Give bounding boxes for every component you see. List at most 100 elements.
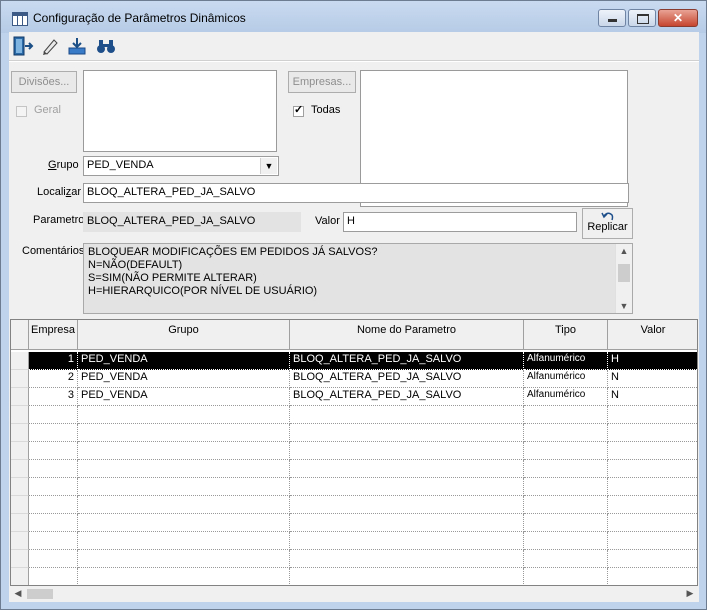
cell-nome[interactable]: BLOQ_ALTERA_PED_JA_SALVO — [290, 352, 524, 370]
cell-empresa[interactable] — [29, 442, 78, 460]
cell-tipo[interactable] — [524, 460, 608, 478]
cell-empresa[interactable]: 3 — [29, 388, 78, 406]
cell-empresa[interactable] — [29, 478, 78, 496]
cell-grupo[interactable] — [78, 478, 290, 496]
grupo-select[interactable]: PED_VENDA ▼ — [83, 156, 279, 176]
row-indicator[interactable] — [11, 370, 29, 388]
cell-valor[interactable] — [608, 478, 697, 496]
row-indicator[interactable] — [11, 568, 29, 585]
cell-nome[interactable] — [290, 442, 524, 460]
column-header-nome[interactable]: Nome do Parametro — [290, 320, 524, 350]
cell-nome[interactable] — [290, 532, 524, 550]
cell-grupo[interactable] — [78, 496, 290, 514]
row-indicator[interactable] — [11, 406, 29, 424]
cell-grupo[interactable] — [78, 532, 290, 550]
cell-nome[interactable]: BLOQ_ALTERA_PED_JA_SALVO — [290, 388, 524, 406]
cell-valor[interactable] — [608, 424, 697, 442]
table-row[interactable]: 3 PED_VENDA BLOQ_ALTERA_PED_JA_SALVO Alfanu… — [11, 388, 697, 406]
empty-row[interactable] — [11, 460, 697, 478]
geral-checkbox[interactable] — [16, 106, 27, 117]
localizar-input[interactable]: BLOQ_ALTERA_PED_JA_SALVO — [83, 183, 629, 203]
cell-tipo[interactable] — [524, 424, 608, 442]
cell-valor[interactable]: N — [608, 388, 697, 406]
divisoes-button[interactable]: Divisões... — [11, 71, 77, 93]
cell-grupo[interactable]: PED_VENDA — [78, 370, 290, 388]
cell-empresa[interactable] — [29, 514, 78, 532]
horizontal-scrollbar[interactable]: ◀ ▶ — [10, 586, 698, 602]
cell-valor[interactable] — [608, 514, 697, 532]
minimize-button[interactable] — [598, 9, 626, 27]
cell-tipo[interactable]: Alfanumérico — [524, 352, 608, 370]
scroll-right-icon[interactable]: ▶ — [682, 588, 698, 599]
scroll-up-icon[interactable]: ▲ — [616, 246, 632, 256]
row-indicator[interactable] — [11, 478, 29, 496]
empty-row[interactable] — [11, 424, 697, 442]
exit-button[interactable] — [12, 35, 34, 57]
cell-grupo[interactable] — [78, 424, 290, 442]
cell-valor[interactable] — [608, 460, 697, 478]
cell-nome[interactable] — [290, 496, 524, 514]
cell-empresa[interactable]: 2 — [29, 370, 78, 388]
scroll-thumb[interactable] — [27, 589, 53, 599]
cell-grupo[interactable] — [78, 460, 290, 478]
cell-nome[interactable] — [290, 550, 524, 568]
cell-empresa[interactable] — [29, 496, 78, 514]
maximize-button[interactable] — [628, 9, 656, 27]
cell-valor[interactable] — [608, 568, 697, 585]
cell-empresa[interactable]: 1 — [29, 352, 78, 370]
column-header-grupo[interactable]: Grupo — [78, 320, 290, 350]
save-button[interactable] — [66, 35, 88, 57]
cell-grupo[interactable] — [78, 514, 290, 532]
table-row[interactable]: 2 PED_VENDA BLOQ_ALTERA_PED_JA_SALVO Alfanu… — [11, 370, 697, 388]
cell-valor[interactable] — [608, 532, 697, 550]
cell-tipo[interactable]: Alfanumérico — [524, 370, 608, 388]
cell-nome[interactable] — [290, 460, 524, 478]
row-indicator[interactable] — [11, 352, 29, 370]
empty-row[interactable] — [11, 514, 697, 532]
cell-tipo[interactable] — [524, 568, 608, 585]
valor-input[interactable]: H — [343, 212, 577, 232]
chevron-down-icon[interactable]: ▼ — [260, 158, 277, 174]
cell-valor[interactable] — [608, 442, 697, 460]
empty-row[interactable] — [11, 550, 697, 568]
cell-tipo[interactable] — [524, 478, 608, 496]
comentarios-scrollbar[interactable]: ▲ ▼ — [615, 244, 632, 313]
divisoes-list[interactable] — [83, 70, 277, 152]
cell-grupo[interactable] — [78, 442, 290, 460]
empty-row[interactable] — [11, 478, 697, 496]
row-indicator[interactable] — [11, 514, 29, 532]
cell-empresa[interactable] — [29, 550, 78, 568]
row-indicator[interactable] — [11, 388, 29, 406]
table-row[interactable]: 1 PED_VENDA BLOQ_ALTERA_PED_JA_SALVO Alfanu… — [11, 352, 697, 370]
cell-tipo[interactable] — [524, 442, 608, 460]
cell-tipo[interactable] — [524, 406, 608, 424]
cell-grupo[interactable] — [78, 550, 290, 568]
cell-grupo[interactable] — [78, 568, 290, 585]
cell-tipo[interactable] — [524, 532, 608, 550]
replicar-button[interactable]: Replicar — [582, 208, 633, 239]
cell-nome[interactable] — [290, 514, 524, 532]
search-button[interactable] — [95, 35, 117, 57]
empresas-button[interactable]: Empresas... — [288, 71, 356, 93]
cell-tipo[interactable] — [524, 550, 608, 568]
cell-tipo[interactable] — [524, 496, 608, 514]
cell-empresa[interactable] — [29, 406, 78, 424]
cell-valor[interactable] — [608, 406, 697, 424]
cell-nome[interactable] — [290, 568, 524, 585]
cell-grupo[interactable]: PED_VENDA — [78, 388, 290, 406]
empty-row[interactable] — [11, 532, 697, 550]
cell-valor[interactable] — [608, 496, 697, 514]
cell-grupo[interactable] — [78, 406, 290, 424]
empty-row[interactable] — [11, 496, 697, 514]
cell-empresa[interactable] — [29, 532, 78, 550]
close-button[interactable]: ✕ — [658, 9, 698, 27]
cell-nome[interactable] — [290, 406, 524, 424]
row-indicator[interactable] — [11, 424, 29, 442]
cell-nome[interactable]: BLOQ_ALTERA_PED_JA_SALVO — [290, 370, 524, 388]
column-header-valor[interactable]: Valor — [608, 320, 697, 350]
cell-tipo[interactable] — [524, 514, 608, 532]
comentarios-memo[interactable]: BLOQUEAR MODIFICAÇÕES EM PEDIDOS JÁ SALV… — [83, 243, 633, 314]
column-header-tipo[interactable]: Tipo — [524, 320, 608, 350]
row-indicator[interactable] — [11, 532, 29, 550]
empty-row[interactable] — [11, 442, 697, 460]
